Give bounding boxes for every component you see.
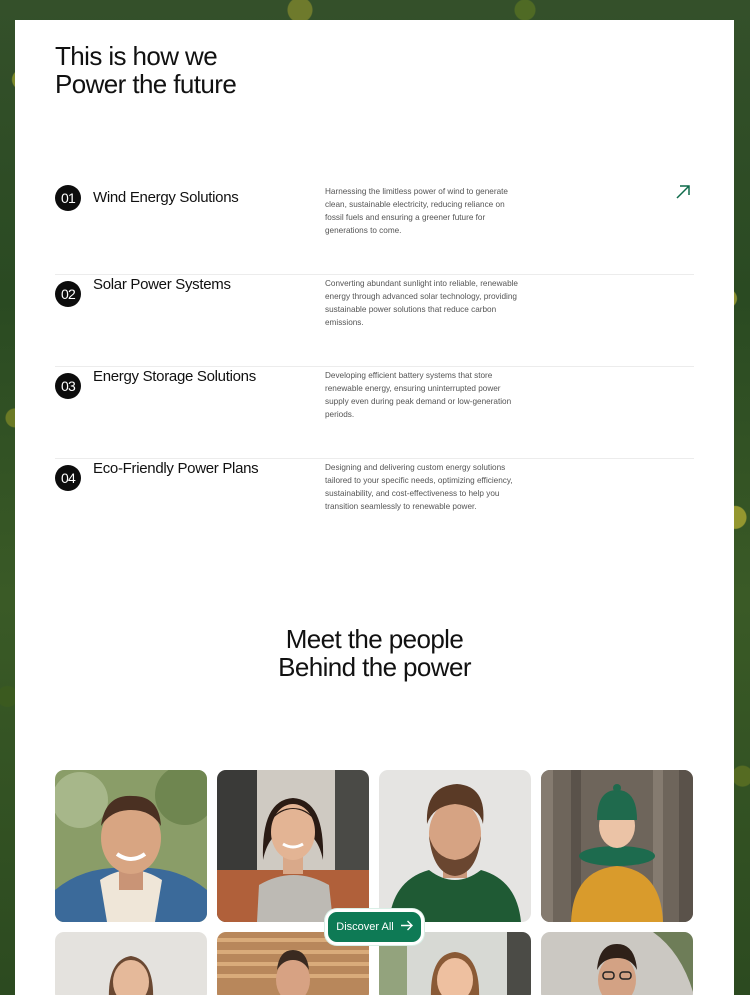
team-heading: Meet the people Behind the power — [15, 625, 734, 681]
service-description: Designing and delivering custom energy s… — [325, 463, 513, 511]
services-heading-line2: Power the future — [55, 69, 237, 99]
team-photo-man-denim[interactable] — [55, 770, 207, 922]
service-title: Eco-Friendly Power Plans — [93, 460, 259, 477]
team-photo-man-glasses[interactable] — [541, 932, 693, 995]
team-photo-woman-light[interactable] — [55, 932, 207, 995]
service-title: Solar Power Systems — [93, 276, 231, 293]
service-title: Wind Energy Solutions — [93, 189, 239, 206]
service-number-badge: 02 — [55, 281, 81, 307]
team-photo-woman-beanie[interactable] — [541, 770, 693, 922]
discover-all-button[interactable]: Discover All — [325, 909, 424, 945]
service-number-badge: 03 — [55, 373, 81, 399]
service-description: Developing efficient battery systems tha… — [325, 371, 512, 419]
arrow-right-icon — [400, 920, 413, 934]
arrow-up-right-icon[interactable] — [674, 183, 692, 201]
service-description: Harnessing the limitless power of wind t… — [325, 187, 508, 235]
service-title: Energy Storage Solutions — [93, 368, 256, 385]
team-photo-woman-sofa[interactable] — [217, 770, 369, 922]
service-number-badge: 01 — [55, 185, 81, 211]
service-item-wind[interactable]: 01 Wind Energy Solutions Harnessing the … — [55, 183, 694, 275]
team-heading-line1: Meet the people — [285, 624, 464, 654]
services-heading: This is how we Power the future — [55, 42, 315, 98]
service-number-badge: 04 — [55, 465, 81, 491]
content-card: This is how we Power the future 01 Wind … — [15, 20, 734, 995]
team-photo-man-green-hoodie[interactable] — [379, 770, 531, 922]
service-description: Converting abundant sunlight into reliab… — [325, 279, 518, 327]
services-heading-line1: This is how we — [55, 41, 218, 71]
discover-all-label: Discover All — [336, 921, 394, 933]
team-heading-line2: Behind the power — [278, 652, 471, 682]
service-item-eco-plans[interactable]: 04 Eco-Friendly Power Plans Designing an… — [55, 459, 694, 559]
service-item-storage[interactable]: 03 Energy Storage Solutions Developing e… — [55, 367, 694, 459]
service-item-solar[interactable]: 02 Solar Power Systems Converting abunda… — [55, 275, 694, 367]
